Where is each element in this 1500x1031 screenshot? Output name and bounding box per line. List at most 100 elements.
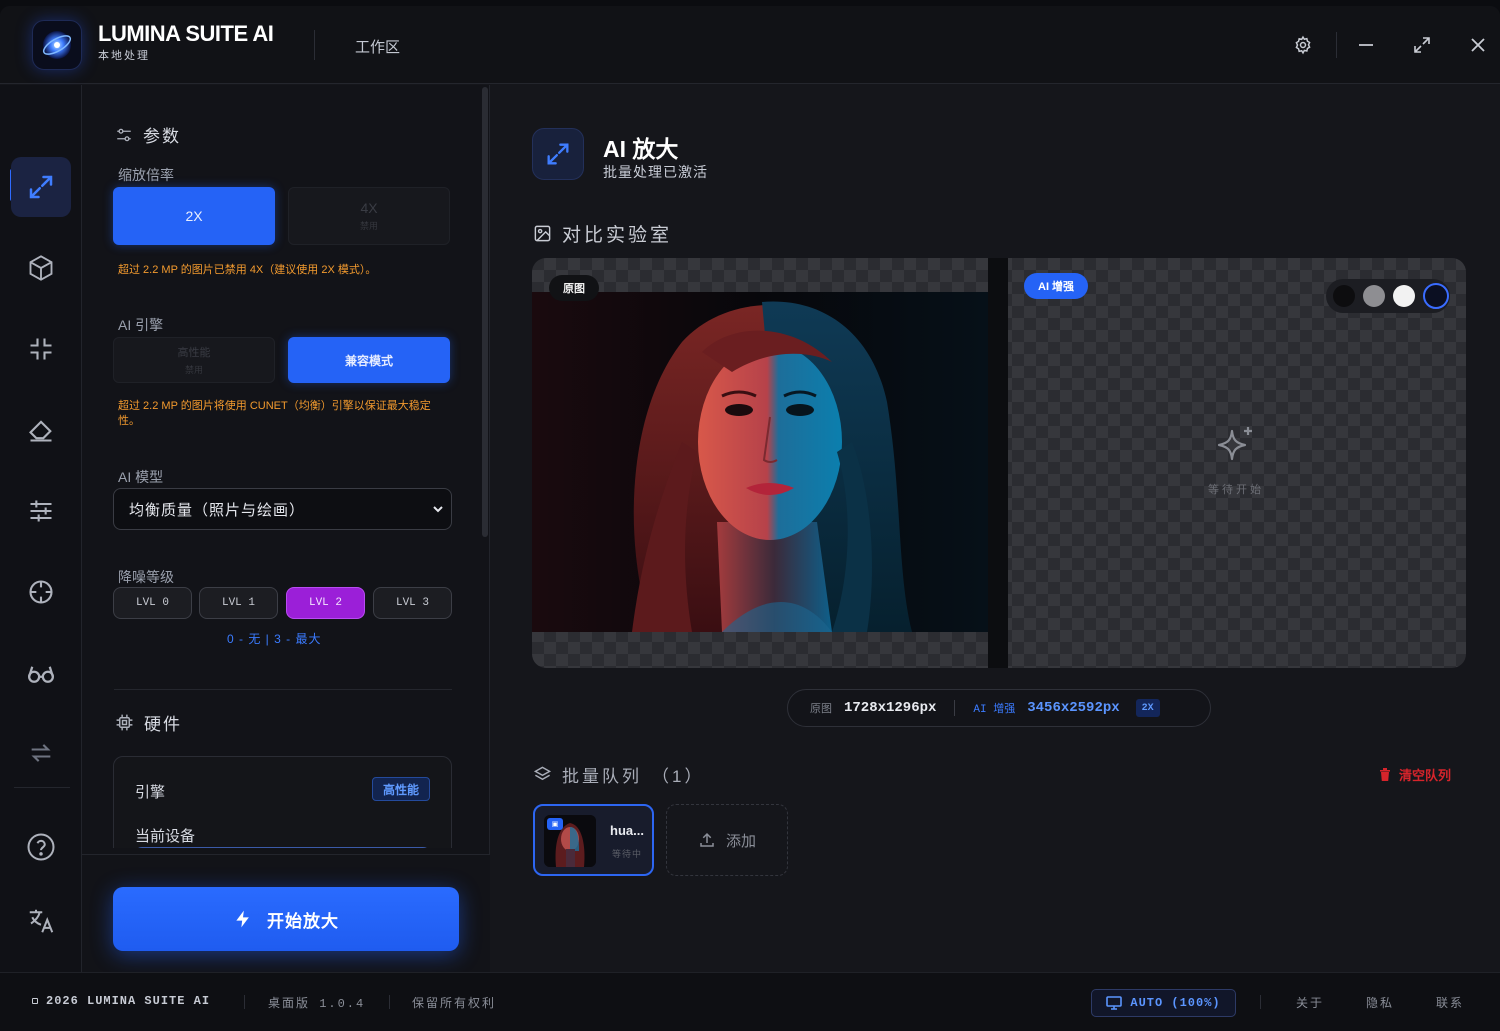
scale-2x-label: 2X [185, 208, 203, 224]
parameter-panel: 参数 缩放倍率 2X 4X 禁用 超过 2.2 MP 的图片已禁用 4X（建议使… [82, 85, 490, 978]
swatch-white[interactable] [1393, 285, 1415, 307]
original-tag: 原图 [549, 275, 599, 301]
square-icon [32, 998, 38, 1004]
noise-level-0[interactable]: LVL 0 [113, 587, 192, 619]
rail-item-help[interactable] [11, 817, 71, 877]
page-subtitle: 批量处理已激活 [603, 164, 708, 180]
close-button[interactable] [1465, 32, 1491, 58]
app-title: LUMINA SUITE AI [98, 21, 274, 46]
start-upscale-label: 开始放大 [267, 911, 339, 931]
rail-item-upscale[interactable] [11, 157, 71, 217]
panel-scroll-area[interactable]: 参数 缩放倍率 2X 4X 禁用 超过 2.2 MP 的图片已禁用 4X（建议使… [82, 85, 490, 848]
scale-4x-button[interactable]: 4X 禁用 [288, 187, 450, 245]
crosshair-icon [29, 580, 53, 604]
batch-queue-title: 批量队列 （1） [533, 762, 704, 787]
display-scale-button[interactable]: AUTO (100%) [1091, 989, 1236, 1017]
rail-item-convert[interactable] [11, 723, 71, 783]
rail-item-target[interactable] [11, 562, 71, 622]
scale-label: 缩放倍率 [118, 167, 174, 183]
model-select[interactable]: 均衡质量（照片与绘画） [113, 488, 452, 530]
portrait-image [532, 292, 988, 632]
glasses-icon [28, 666, 54, 683]
swatch-black[interactable] [1333, 285, 1355, 307]
waiting-text: 等待开始 [1208, 484, 1264, 496]
engine-performance-button[interactable]: 高性能 禁用 [113, 337, 275, 383]
scale-2x-button[interactable]: 2X [113, 187, 275, 245]
engine-performance-sub: 禁用 [184, 365, 203, 375]
ai-enhanced-tag: AI 增强 [1024, 273, 1089, 299]
add-to-queue-button[interactable]: 添加 [666, 804, 788, 876]
original-image [532, 292, 988, 632]
panel-scrollbar[interactable] [482, 87, 488, 537]
rail-item-language[interactable] [11, 891, 71, 951]
rail-item-view[interactable] [11, 643, 71, 703]
sliders-icon [30, 500, 52, 522]
queue-item-name: hua... [610, 823, 644, 838]
compare-lab-label: 对比实验室 [562, 225, 673, 246]
close-icon [1471, 38, 1485, 52]
galaxy-logo-icon [42, 31, 72, 59]
res-ai-value: 3456x2592px [1027, 700, 1120, 716]
queue-item[interactable]: ▣ hua... 等待中 [533, 804, 654, 876]
section-divider [114, 689, 452, 690]
settings-button[interactable] [1290, 32, 1316, 58]
scale-4x-label: 4X [360, 200, 378, 216]
res-original-value: 1728x1296px [844, 700, 937, 716]
engine-compat-button[interactable]: 兼容模式 [288, 337, 450, 383]
noise-level-2[interactable]: LVL 2 [286, 587, 365, 619]
footer-link-contact[interactable]: 联系 [1436, 994, 1464, 1011]
eraser-icon [29, 420, 52, 442]
app-subtitle: 本地处理 [98, 50, 150, 62]
minimize-button[interactable] [1353, 32, 1379, 58]
compare-lab-title: 对比实验室 [533, 220, 672, 247]
resolution-info: 原图 1728x1296px AI 增强 3456x2592px 2X [787, 689, 1211, 727]
queue-item-badge: ▣ [547, 818, 563, 830]
noise-hint: 0 - 无 | 3 - 最大 [227, 632, 322, 646]
footer-separator [389, 995, 390, 1009]
page-title: AI 放大 [603, 136, 679, 162]
swatch-gray[interactable] [1363, 285, 1385, 307]
device-select[interactable] [134, 847, 431, 848]
monitor-icon [1106, 996, 1123, 1010]
workspace-tab[interactable]: 工作区 [355, 36, 400, 57]
footer-link-privacy[interactable]: 隐私 [1366, 994, 1394, 1011]
params-title: 参数 [143, 127, 181, 146]
rail-item-eraser[interactable] [11, 400, 71, 460]
chip-icon [116, 714, 133, 731]
maximize-button[interactable] [1409, 32, 1435, 58]
queue-item-status: 等待中 [612, 849, 643, 859]
rail-item-compress[interactable] [11, 319, 71, 379]
swatch-checker[interactable] [1423, 283, 1449, 309]
trash-icon [1380, 768, 1390, 781]
model-selected-value: 均衡质量（照片与绘画） [129, 501, 306, 519]
rail-item-3d[interactable] [11, 238, 71, 298]
clear-queue-label: 清空队列 [1399, 768, 1452, 783]
footer-version: 桌面版 1.0.4 [268, 997, 366, 1011]
engine-warning: 超过 2.2 MP 的图片将使用 CUNET（均衡）引擎以保证最大稳定性。 [118, 400, 431, 427]
panel-footer: 开始放大 [82, 854, 490, 978]
title-divider [1336, 32, 1337, 58]
rail-separator [14, 787, 70, 788]
clear-queue-button[interactable]: 清空队列 [1379, 765, 1451, 784]
footer-separator [244, 995, 245, 1009]
waiting-placeholder: 等待开始 [1208, 423, 1264, 497]
res-scale-badge: 2X [1135, 699, 1160, 717]
compare-divider-handle[interactable] [988, 258, 1008, 668]
compare-viewer[interactable]: 原图 AI 增强 等待开始 [532, 258, 1466, 668]
params-section-title: 参数 [115, 122, 181, 147]
queue-count: （1） [652, 767, 705, 786]
start-upscale-button[interactable]: 开始放大 [113, 887, 459, 951]
noise-level-1[interactable]: LVL 1 [199, 587, 278, 619]
footer-link-about[interactable]: 关于 [1296, 994, 1324, 1011]
settings-icon [1295, 35, 1311, 55]
sparkle-icon [1217, 427, 1252, 461]
main-area: AI 放大 批量处理已激活 对比实验室 原图 AI 增强 等待开始 原图 172… [491, 85, 1500, 978]
res-ai-label: AI 增强 [973, 704, 1016, 716]
minimize-icon [1359, 44, 1373, 46]
lightning-icon [236, 910, 249, 928]
noise-level-3[interactable]: LVL 3 [373, 587, 452, 619]
maximize-icon [1414, 37, 1430, 53]
queue-title-label: 批量队列 [562, 767, 642, 786]
rail-item-adjust[interactable] [11, 481, 71, 541]
upscale-icon [547, 143, 569, 165]
